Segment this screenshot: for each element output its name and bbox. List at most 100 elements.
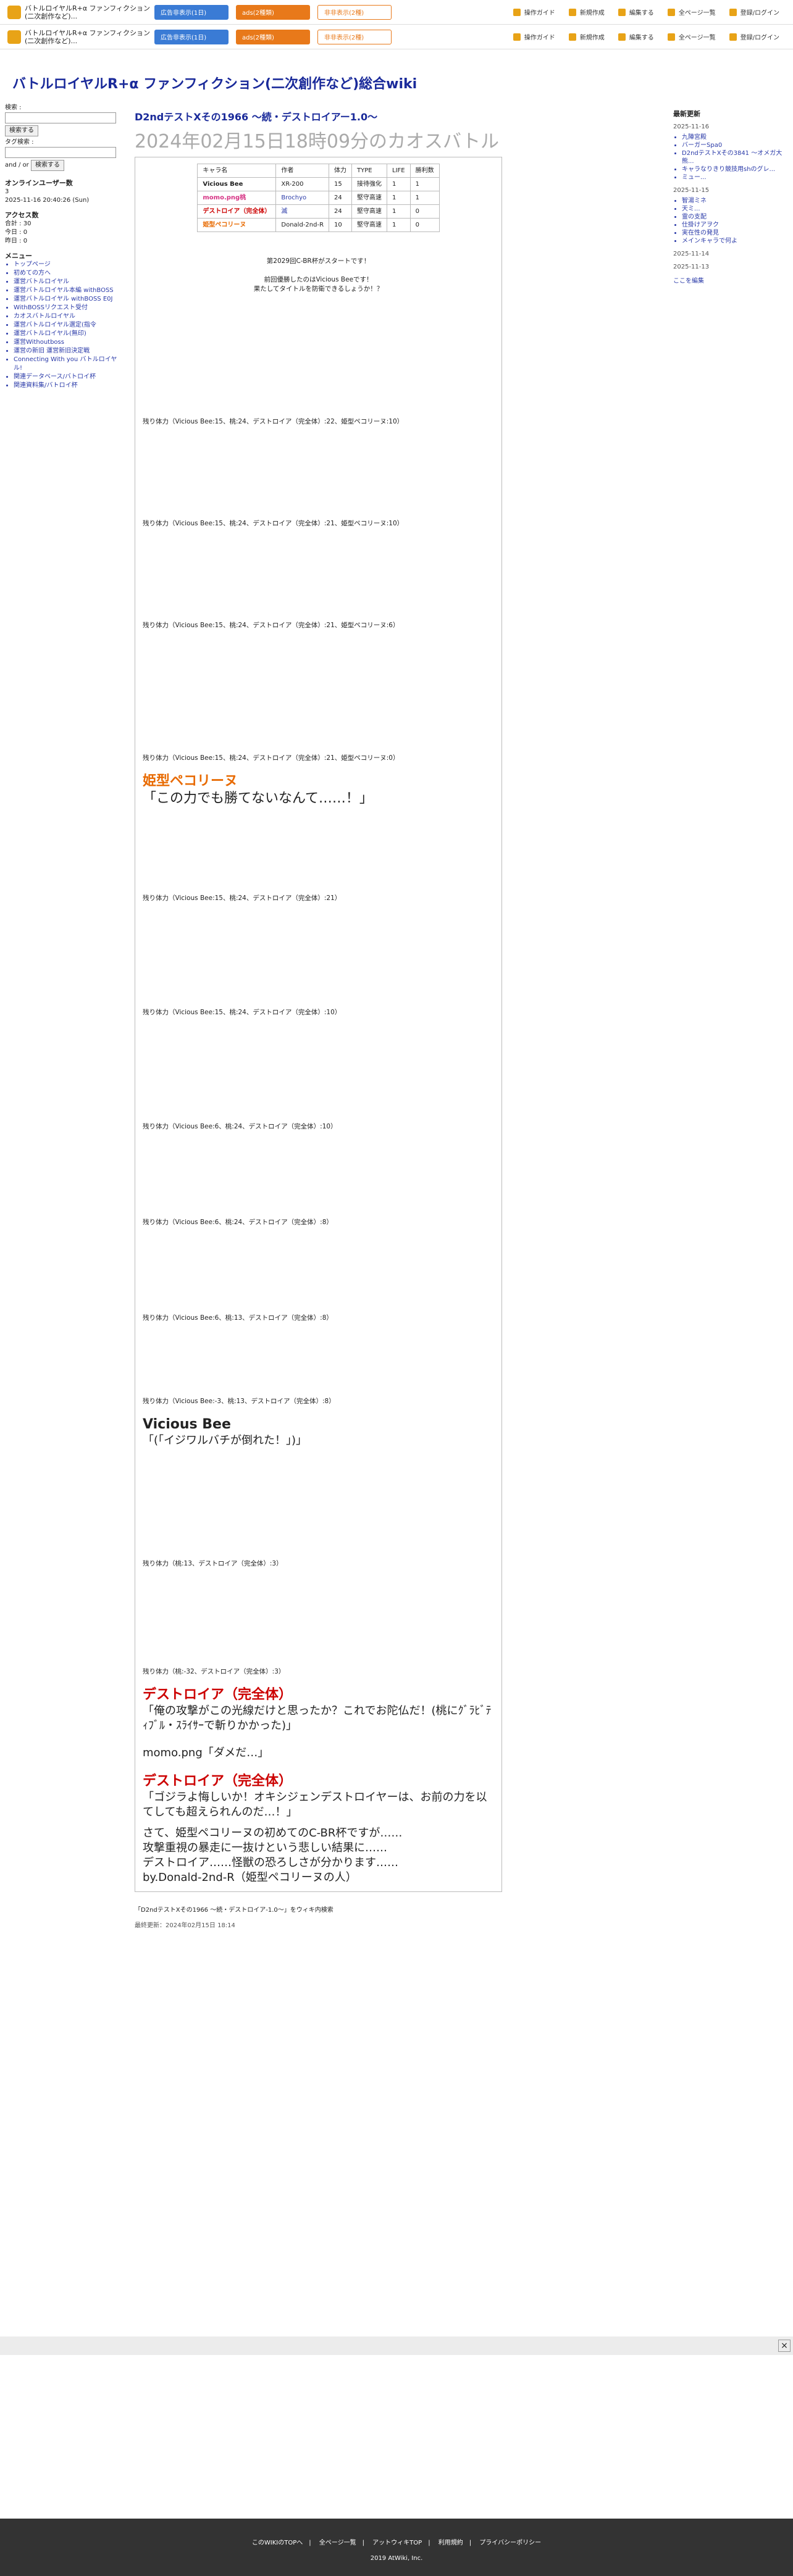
and-radio[interactable]: and	[5, 162, 17, 169]
footer-link[interactable]: 利用規約	[438, 2540, 463, 2546]
menu-item[interactable]: 運営バトルロイヤル選定(指令	[14, 321, 122, 330]
login-link[interactable]: 登録/ログイン	[729, 7, 779, 17]
tag-search-label: タグ検索 :	[5, 139, 34, 146]
new-page-link[interactable]: 新規作成	[568, 32, 605, 41]
menu-item[interactable]: 関連データベース/バトロイ杯	[14, 373, 122, 381]
recent-date: 2025-11-16	[673, 123, 710, 130]
tag-search-input[interactable]	[5, 147, 116, 158]
table-row: Vicious Bee XR-200 15 接待強化 1 1	[197, 177, 440, 191]
table-header: 作者	[275, 164, 330, 178]
all-pages-link[interactable]: 全ページ一覧	[667, 7, 716, 17]
menu-item[interactable]: 運営バトルロイヤル(無印)	[14, 330, 122, 338]
edit-guide-link[interactable]: 操作ガイド	[513, 32, 555, 41]
or-radio[interactable]: or	[23, 162, 29, 169]
recent-item[interactable]: 実在性の発見	[682, 229, 787, 237]
table-header: 勝利数	[409, 164, 440, 178]
recent-item[interactable]: 仕掛けアヲク	[682, 221, 787, 229]
search-label: 検索 :	[5, 104, 22, 111]
winner-quote: 「ゴジラよ悔しいか！オキシジェンデストロイヤーは、お前の力を以てしても超えられん…	[143, 1791, 487, 1819]
edit-link[interactable]: 編集する	[618, 32, 654, 41]
current-date: 2025-11-16 20:40:26 (Sun)	[5, 197, 90, 204]
recent-item[interactable]: ミュー...	[682, 173, 787, 181]
toolbar-title[interactable]: バトルロイヤルR+α ファンフィクション(二次創作など)...	[25, 29, 154, 45]
menu-item[interactable]: 運営バトルロイヤル	[14, 278, 122, 286]
hp-status: 残り体力（Vicious Bee:-3、桃:13、デストロイア（完全体）:8）	[143, 1398, 335, 1405]
login-link[interactable]: 登録/ログイン	[729, 32, 779, 41]
page-title: D2ndテストXその1966 〜続・デストロイアー1.0〜	[135, 111, 378, 123]
menu-item[interactable]: 運営の新旧 運営新旧決定戦	[14, 347, 122, 356]
search-button[interactable]: 検索する	[5, 125, 38, 136]
recent-item[interactable]: 霊の支配	[682, 213, 787, 221]
recent-item[interactable]: メインキャラで何よ	[682, 237, 787, 245]
footer-link[interactable]: アットウィキTOP	[372, 2540, 422, 2546]
ads-button[interactable]: ads(2種類)	[236, 29, 310, 44]
author-signature: by.Donald-2nd-R（姫型ペコリーヌの人）	[143, 1871, 357, 1884]
site-logo-icon[interactable]	[7, 5, 21, 19]
ads-button[interactable]: ads(2種類)	[236, 4, 310, 20]
afterword: さて、姫型ペコリーヌの初めてのC-BR杯ですが……	[143, 1827, 403, 1840]
footer-link[interactable]: 全ページ一覧	[319, 2540, 356, 2546]
access-yesterday: 昨日 : 0	[5, 238, 28, 244]
menu-item[interactable]: カオスバトルロイヤル	[14, 312, 122, 321]
hp-status: 残り体力（Vicious Bee:15、桃:24、デストロイア（完全体）:21、…	[143, 622, 400, 629]
table-header: LIFE	[387, 164, 411, 178]
all-pages-link[interactable]: 全ページ一覧	[667, 32, 716, 41]
search-in-wiki-link[interactable]: 「D2ndテストXその1966 〜続・デストロイア-1.0〜」をウィキ内検索	[135, 1904, 502, 1914]
menu-item[interactable]: WithBOSSリクエスト受付	[14, 304, 122, 312]
menu-item[interactable]: トップページ	[14, 261, 122, 269]
plus-icon	[568, 33, 576, 41]
search-input[interactable]	[5, 112, 116, 123]
footer-link[interactable]: プライバシーポリシー	[479, 2540, 541, 2546]
menu-item[interactable]: Connecting With you バトルロイヤル!	[14, 356, 122, 373]
battle-log: キャラ名 作者 体力 TYPE LIFE 勝利数 Vicious Bee XR-2…	[135, 157, 502, 1892]
menu-item[interactable]: 運営バトルロイヤル本編 withBOSS	[14, 286, 122, 295]
close-icon[interactable]: ×	[778, 2340, 791, 2352]
recent-heading: 最新更新	[673, 110, 700, 118]
hp-status: 残り体力（Vicious Bee:6、桃:24、デストロイア（完全体）:10）	[143, 1123, 337, 1130]
table-header: TYPE	[351, 164, 388, 178]
menu-item[interactable]: 運営バトルロイヤル withBOSS E0J	[14, 295, 122, 304]
recent-item[interactable]: D2ndテストXその3841 〜オメガ大熊...	[682, 149, 787, 165]
access-today: 今日 : 0	[5, 229, 28, 236]
menu-item[interactable]: 関連資料集/バトロイ杯	[14, 381, 122, 390]
recent-item[interactable]: バーガーSpa0	[682, 141, 787, 149]
edit-link[interactable]: 編集する	[618, 7, 654, 17]
left-sidebar: 検索 : 検索する タグ検索 : and / or 検索する オンラインユーザー…	[5, 104, 122, 390]
menu-item[interactable]: 初めての方へ	[14, 269, 122, 278]
ad-hide-button[interactable]: 広告非表示(1日)	[154, 29, 229, 44]
attack-name: デストロイア（完全体）	[143, 1687, 293, 1703]
online-heading: オンラインユーザー数	[5, 179, 73, 187]
right-sidebar: 最新更新 2025-11-16 九陣宮殿 バーガーSpa0 D2ndテストXその…	[673, 110, 787, 285]
hide-button[interactable]: 非非表示(2種)	[317, 29, 392, 44]
table-row: デストロイア（完全体）滅 24 堅守高速 1 0	[197, 204, 440, 219]
footer-link[interactable]: このWIKIのTOPへ	[252, 2540, 303, 2546]
recent-item[interactable]: 天ミ...	[682, 205, 787, 213]
menu-item[interactable]: 運営Withoutboss	[14, 338, 122, 347]
tag-search-button[interactable]: 検索する	[30, 160, 64, 171]
hp-status: 残り体力（桃:13、デストロイア（完全体）:3）	[143, 1560, 283, 1567]
defeat-name: 姫型ペコリーヌ	[143, 773, 238, 789]
edit-here-link[interactable]: ここを編集	[673, 277, 787, 285]
recent-item[interactable]: 智湯ミネ	[682, 197, 787, 205]
new-page-link[interactable]: 新規作成	[568, 7, 605, 17]
site-logo-icon[interactable]	[7, 30, 21, 44]
recent-item[interactable]: 九陣宮殿	[682, 133, 787, 141]
toolbar-title[interactable]: バトルロイヤルR+α ファンフィクション(二次創作など)...	[25, 4, 154, 20]
pencil-icon	[618, 33, 626, 41]
online-count: 3	[5, 188, 9, 195]
recent-date: 2025-11-14	[673, 251, 710, 257]
list-icon	[667, 33, 675, 41]
edit-guide-link[interactable]: 操作ガイド	[513, 7, 555, 17]
battle-intro: 第2029回C-BR杯がスタートです！ 前回優勝したのはVicious Beeで…	[253, 257, 384, 293]
hp-status: 残り体力（Vicious Bee:15、桃:24、デストロイア（完全体）:10）	[143, 1009, 342, 1016]
hp-status: 残り体力（Vicious Bee:15、桃:24、デストロイア（完全体）:21、…	[143, 520, 404, 527]
table-row: momo.png桃 Brochyo 24 堅守高速 1 1	[197, 191, 440, 205]
guide-icon	[513, 8, 521, 16]
hide-button[interactable]: 非非表示(2種)	[317, 4, 392, 20]
copyright: 2019 AtWiki, Inc.	[370, 2555, 423, 2562]
defeat-quote: 「この力でも勝てないなんて……！」	[143, 791, 373, 806]
ad-hide-button[interactable]: 広告非表示(1日)	[154, 4, 229, 20]
recent-item[interactable]: キャラなりきり競技用shのグレ...	[682, 165, 787, 173]
defeat-name: Vicious Bee	[143, 1417, 231, 1432]
site-title[interactable]: バトルロイヤルR+α ファンフィクション(二次創作など)総合wiki	[12, 73, 417, 93]
